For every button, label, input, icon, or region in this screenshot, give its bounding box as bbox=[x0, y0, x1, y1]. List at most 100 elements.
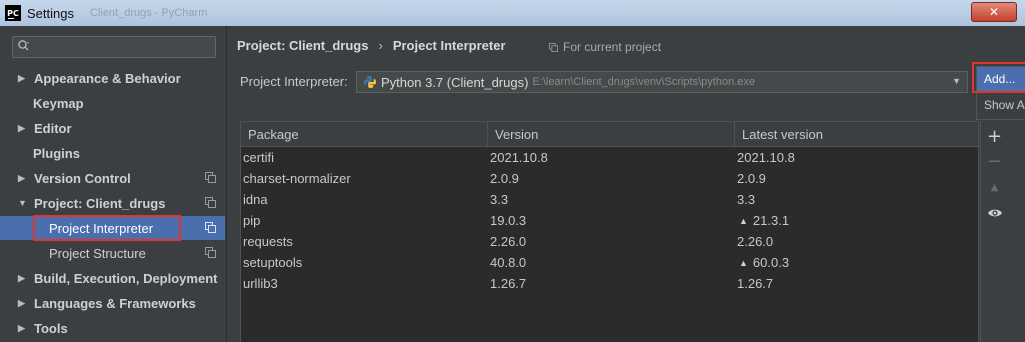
show-early-releases-button[interactable] bbox=[981, 202, 1008, 224]
package-name: urllib3 bbox=[243, 276, 278, 291]
minus-icon: − bbox=[986, 150, 1003, 172]
expand-arrow-icon[interactable]: ▶ bbox=[18, 323, 28, 334]
package-version: 2.0.9 bbox=[490, 171, 519, 186]
interpreter-select[interactable]: Python 3.7 (Client_drugs) E:\learn\Clien… bbox=[356, 71, 968, 93]
add-interpreter-button[interactable]: Add... bbox=[977, 67, 1025, 91]
packages-toolbar: + − ▲ bbox=[980, 121, 1008, 342]
latest-version-value: 21.3.1 bbox=[752, 213, 790, 228]
table-row[interactable]: certifi 2021.10.8 2021.10.8 bbox=[241, 147, 978, 168]
table-row[interactable]: pip 19.0.3 ▲ 21.3.1 bbox=[241, 210, 978, 231]
scope-note: For current project bbox=[549, 40, 661, 54]
breadcrumb-current: Project Interpreter bbox=[392, 38, 506, 53]
package-version: 2.26.0 bbox=[490, 234, 527, 249]
breadcrumb-separator: › bbox=[378, 38, 383, 53]
latest-version: ▲ 60.0.3 bbox=[735, 252, 978, 273]
show-all-interpreters-button[interactable]: Show All... bbox=[977, 93, 1025, 117]
upgrade-available-icon: ▲ bbox=[739, 257, 748, 268]
latest-version: 2.0.9 bbox=[735, 168, 978, 189]
project-scope-icon bbox=[205, 197, 216, 208]
latest-version-value: 2.26.0 bbox=[737, 234, 774, 249]
sidebar-item-label: Tools bbox=[34, 320, 68, 336]
interpreter-gear-menu: Add... Show All... bbox=[976, 66, 1025, 120]
column-header-package[interactable]: Package bbox=[241, 122, 488, 146]
sidebar-item-plugins[interactable]: Plugins bbox=[0, 141, 225, 165]
package-name: pip bbox=[243, 213, 261, 228]
package-name: charset-normalizer bbox=[243, 171, 351, 186]
interpreter-path: E:\learn\Client_drugs\venv\Scripts\pytho… bbox=[532, 76, 755, 88]
sidebar-item-label: Keymap bbox=[33, 95, 84, 111]
upgrade-arrow-icon: ▲ bbox=[990, 181, 999, 193]
expand-arrow-icon[interactable]: ▶ bbox=[18, 298, 28, 309]
latest-version: 3.3 bbox=[735, 189, 978, 210]
project-scope-icon bbox=[205, 172, 216, 183]
table-row[interactable]: requests 2.26.0 2.26.0 bbox=[241, 231, 978, 252]
sidebar-item-label: Project: Client_drugs bbox=[34, 195, 166, 211]
project-scope-icon bbox=[205, 222, 216, 233]
column-header-version[interactable]: Version bbox=[488, 122, 735, 146]
column-header-latest-version[interactable]: Latest version bbox=[735, 122, 978, 146]
sidebar-item-editor[interactable]: ▶ Editor bbox=[0, 116, 225, 140]
package-name: setuptools bbox=[243, 255, 303, 270]
plus-icon: + bbox=[986, 125, 1003, 147]
install-package-button[interactable]: + bbox=[981, 125, 1008, 147]
latest-version: 2.26.0 bbox=[735, 231, 978, 252]
interpreter-label: Project Interpreter: bbox=[240, 74, 348, 89]
sidebar-item-tools[interactable]: ▶ Tools bbox=[0, 316, 225, 340]
sidebar-item-version-control[interactable]: ▶ Version Control bbox=[0, 166, 225, 190]
table-row[interactable]: charset-normalizer 2.0.9 2.0.9 bbox=[241, 168, 978, 189]
upgrade-package-button[interactable]: ▲ bbox=[981, 176, 1008, 198]
package-name: requests bbox=[243, 234, 293, 249]
project-scope-icon bbox=[549, 42, 558, 52]
latest-version-value: 2.0.9 bbox=[737, 171, 766, 186]
sidebar-item-label: Project Structure bbox=[49, 245, 146, 261]
package-version: 3.3 bbox=[490, 192, 509, 207]
title-bar: PC Settings Client_drugs - PyCharm ✕ bbox=[0, 0, 1025, 26]
settings-content: Project: Client_drugs › Project Interpre… bbox=[227, 26, 1025, 342]
chevron-down-icon[interactable]: ▼ bbox=[952, 76, 961, 86]
expand-arrow-icon[interactable]: ▶ bbox=[18, 173, 28, 184]
latest-version: 1.26.7 bbox=[735, 273, 978, 294]
sidebar-item-appearance-behavior[interactable]: ▶ Appearance & Behavior bbox=[0, 66, 225, 90]
package-version: 19.0.3 bbox=[490, 213, 527, 228]
upgrade-available-icon: ▲ bbox=[739, 215, 748, 226]
table-row[interactable]: idna 3.3 3.3 bbox=[241, 189, 978, 210]
uninstall-package-button[interactable]: − bbox=[981, 150, 1008, 172]
table-header: Package Version Latest version bbox=[241, 122, 978, 147]
sidebar-item-label: Version Control bbox=[34, 170, 131, 186]
sidebar-item-label: Languages & Frameworks bbox=[34, 295, 196, 311]
window-title: Settings bbox=[27, 5, 74, 21]
search-icon bbox=[18, 40, 29, 51]
scope-note-text: For current project bbox=[563, 40, 662, 54]
packages-table: Package Version Latest version certifi 2… bbox=[240, 121, 979, 342]
settings-search-input[interactable] bbox=[12, 36, 216, 58]
package-version: 40.8.0 bbox=[490, 255, 527, 270]
settings-sidebar: ▶ Appearance & Behavior Keymap ▶ Editor … bbox=[0, 26, 227, 342]
sidebar-item-label: Build, Execution, Deployment bbox=[34, 270, 218, 286]
expand-arrow-icon[interactable]: ▶ bbox=[18, 123, 28, 134]
breadcrumb: Project: Client_drugs › Project Interpre… bbox=[237, 38, 506, 53]
sidebar-item-project-interpreter[interactable]: Project Interpreter bbox=[0, 216, 225, 240]
sidebar-item-keymap[interactable]: Keymap bbox=[0, 91, 225, 115]
package-name: idna bbox=[243, 192, 268, 207]
sidebar-item-project[interactable]: ▼ Project: Client_drugs bbox=[0, 191, 225, 215]
package-version: 1.26.7 bbox=[490, 276, 527, 291]
python-icon bbox=[364, 76, 376, 88]
close-button[interactable]: ✕ bbox=[971, 2, 1017, 22]
latest-version: ▲ 21.3.1 bbox=[735, 210, 978, 231]
eye-icon bbox=[987, 209, 1002, 217]
latest-version: 2021.10.8 bbox=[735, 147, 978, 168]
table-row[interactable]: setuptools 40.8.0 ▲ 60.0.3 bbox=[241, 252, 978, 273]
expand-arrow-icon[interactable]: ▶ bbox=[18, 273, 28, 284]
sidebar-item-project-structure[interactable]: Project Structure bbox=[0, 241, 225, 265]
sidebar-item-languages-frameworks[interactable]: ▶ Languages & Frameworks bbox=[0, 291, 225, 315]
close-icon: ✕ bbox=[988, 5, 1000, 19]
expand-arrow-icon[interactable]: ▶ bbox=[18, 73, 28, 84]
latest-version-value: 3.3 bbox=[737, 192, 756, 207]
background-window-title: Client_drugs - PyCharm bbox=[89, 7, 208, 19]
sidebar-item-build-execution-deployment[interactable]: ▶ Build, Execution, Deployment bbox=[0, 266, 225, 290]
collapse-arrow-icon[interactable]: ▼ bbox=[18, 198, 28, 208]
breadcrumb-parent: Project: Client_drugs bbox=[237, 38, 369, 53]
table-row[interactable]: urllib3 1.26.7 1.26.7 bbox=[241, 273, 978, 294]
latest-version-value: 2021.10.8 bbox=[737, 150, 795, 165]
latest-version-value: 1.26.7 bbox=[737, 276, 774, 291]
